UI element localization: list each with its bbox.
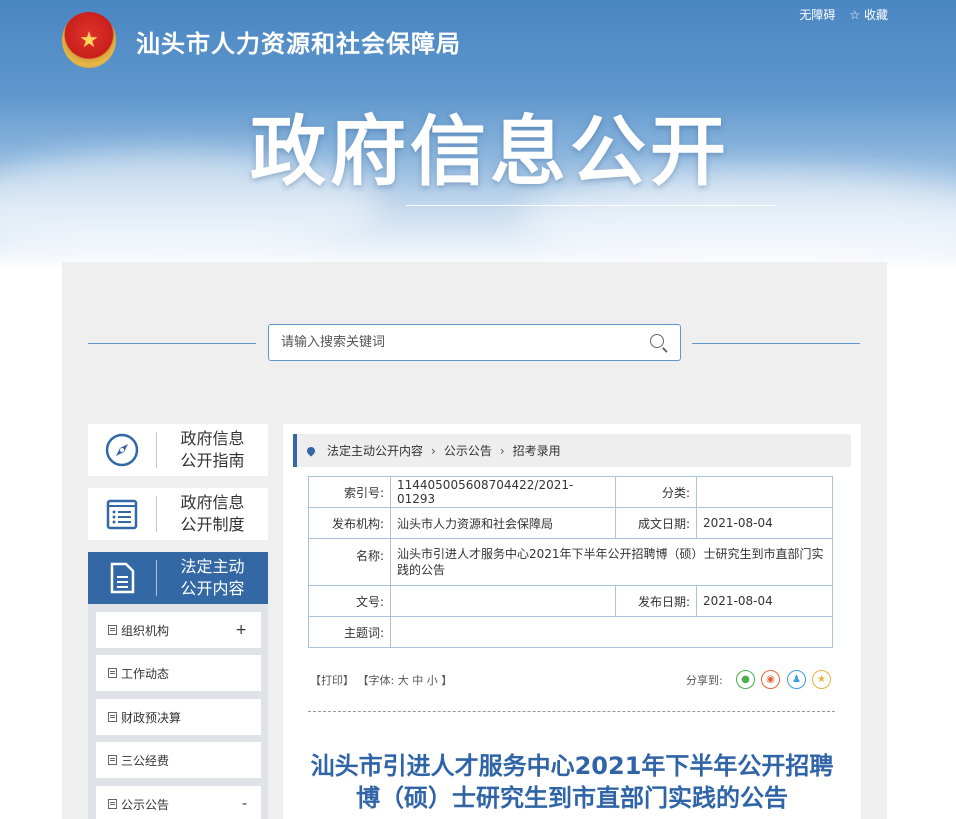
divider: [406, 205, 776, 206]
breadcrumb-item[interactable]: 公示公告: [444, 442, 492, 459]
chevron-right-icon: ›: [499, 443, 505, 458]
list-document-icon: [106, 499, 138, 530]
name-value: 汕头市引进人才服务中心2021年下半年公开招聘博（硕）士研究生到市直部门实践的公…: [390, 538, 833, 586]
published-date-label: 发布日期:: [615, 585, 697, 617]
font-large-button[interactable]: 大: [398, 674, 409, 687]
collapse-icon[interactable]: -: [242, 796, 247, 812]
breadcrumb-item[interactable]: 招考录用: [513, 442, 561, 459]
index-label: 索引号:: [308, 476, 391, 508]
nav-label: 法定主动 公开内容: [180, 557, 245, 598]
published-date-value: 2021-08-04: [696, 585, 833, 617]
search-icon[interactable]: [650, 334, 664, 348]
sidebar-item-three-public-funds[interactable]: 三公经费: [96, 742, 261, 778]
divider: [88, 343, 256, 344]
wechat-share-icon[interactable]: ●: [736, 670, 755, 689]
top-links: 无障碍 ☆ 收藏: [799, 6, 888, 23]
keywords-label: 主题词:: [308, 616, 391, 648]
nav-system[interactable]: 政府信息 公开制度: [88, 488, 268, 540]
weibo-share-icon[interactable]: ◉: [761, 670, 780, 689]
divider: [308, 711, 835, 712]
nav-label: 政府信息 公开指南: [180, 429, 245, 470]
publisher-label: 发布机构:: [308, 507, 391, 539]
index-value: 114405005608704422/2021-01293: [390, 476, 616, 508]
category-value: [696, 476, 833, 508]
metadata-table: 索引号: 114405005608704422/2021-01293 分类: 发…: [308, 476, 833, 648]
expand-icon[interactable]: +: [235, 622, 247, 638]
nav-label: 政府信息 公开制度: [180, 493, 245, 534]
nav-guide[interactable]: 政府信息 公开指南: [88, 424, 268, 476]
document-number-label: 文号:: [308, 585, 391, 617]
created-date-label: 成文日期:: [615, 507, 697, 539]
national-emblem-icon: ★: [62, 12, 116, 68]
document-icon: [108, 755, 117, 765]
qzone-share-icon[interactable]: ★: [812, 670, 831, 689]
search-box: [268, 324, 681, 361]
breadcrumb: 法定主动公开内容 › 公示公告 › 招考录用: [293, 434, 851, 467]
chevron-right-icon: ›: [431, 443, 436, 458]
sidebar-item-organization[interactable]: 组织机构 +: [96, 612, 261, 648]
publisher-value: 汕头市人力资源和社会保障局: [390, 507, 616, 539]
font-size-label: 【字体:: [357, 674, 395, 687]
document-icon: [108, 668, 117, 678]
banner-title: 政府信息公开: [250, 107, 730, 196]
accessibility-link[interactable]: 无障碍: [799, 6, 835, 23]
name-label: 名称:: [308, 538, 391, 586]
print-button[interactable]: 【打印】: [310, 674, 354, 687]
document-number-value: [390, 585, 616, 617]
location-pin-icon: [305, 444, 317, 457]
article-title: 汕头市引进人才服务中心2021年下半年公开招聘 博（硕）士研究生到市直部门实践的…: [310, 752, 834, 812]
share-label: 分享到:: [686, 674, 723, 687]
site-title: 汕头市人力资源和社会保障局: [136, 30, 461, 58]
sidebar-item-announcements[interactable]: 公示公告 -: [96, 786, 261, 819]
favorite-link[interactable]: ☆ 收藏: [849, 6, 888, 23]
category-label: 分类:: [615, 476, 697, 508]
star-icon: ☆: [849, 8, 864, 22]
keywords-value: [390, 616, 833, 648]
toolbar: 【打印】 【字体: 大 中 小 】 分享到: ● ◉ ♟ ★: [310, 670, 835, 689]
header-banner: ★ 汕头市人力资源和社会保障局 无障碍 ☆ 收藏 政府信息公开: [0, 0, 956, 270]
document-icon: [108, 712, 117, 722]
search-input[interactable]: [269, 325, 619, 360]
document-icon: [108, 625, 117, 635]
sidebar-item-work-news[interactable]: 工作动态: [96, 655, 261, 691]
compass-icon: [105, 433, 139, 467]
qq-share-icon[interactable]: ♟: [787, 670, 806, 689]
document-icon: [110, 562, 135, 594]
breadcrumb-item[interactable]: 法定主动公开内容: [327, 442, 423, 459]
created-date-value: 2021-08-04: [696, 507, 833, 539]
font-medium-button[interactable]: 中: [412, 674, 423, 687]
divider: [692, 343, 860, 344]
document-icon: [108, 799, 117, 809]
sidebar-item-budget[interactable]: 财政预决算: [96, 699, 261, 735]
nav-mandatory-content[interactable]: 法定主动 公开内容: [88, 552, 268, 604]
font-small-button[interactable]: 小: [427, 674, 438, 687]
